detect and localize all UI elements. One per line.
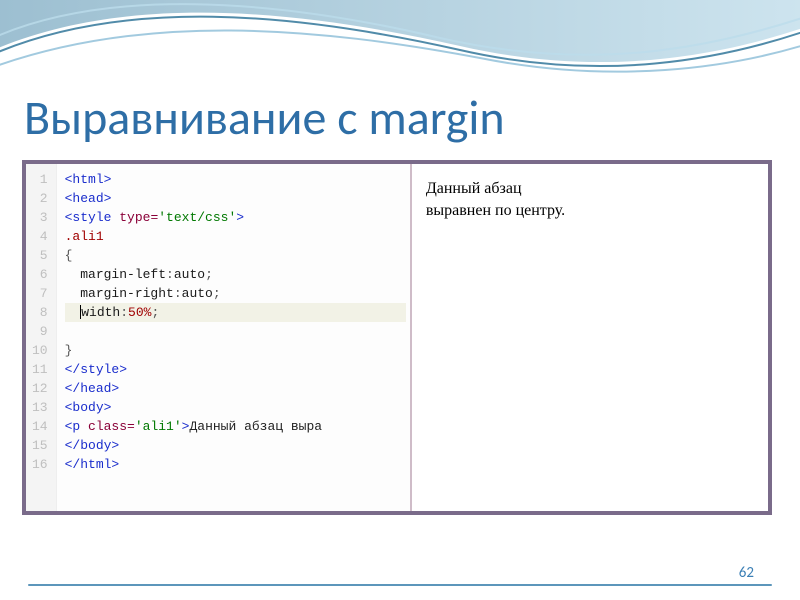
preview-panel: Данный абзац выравнен по центру. [412, 164, 768, 511]
code-panel: 12345678910111213141516 <html> <head> <s… [26, 164, 412, 511]
preview-line-1: Данный абзац [426, 180, 522, 197]
split-panels: 12345678910111213141516 <html> <head> <s… [26, 164, 768, 511]
preview-paragraph: Данный абзац выравнен по центру. [426, 178, 754, 221]
slide-title: Выравнивание с margin [24, 88, 505, 147]
text-caret [80, 305, 81, 319]
content-frame: 12345678910111213141516 <html> <head> <s… [22, 160, 772, 515]
bottom-underline [28, 584, 772, 586]
code-content: <html> <head> <style type='text/css'> .a… [57, 164, 410, 511]
preview-line-2: выравнен по центру. [426, 202, 565, 219]
page-number: 62 [739, 564, 754, 582]
line-number-gutter: 12345678910111213141516 [26, 164, 57, 511]
bottom-decoration [0, 570, 800, 600]
